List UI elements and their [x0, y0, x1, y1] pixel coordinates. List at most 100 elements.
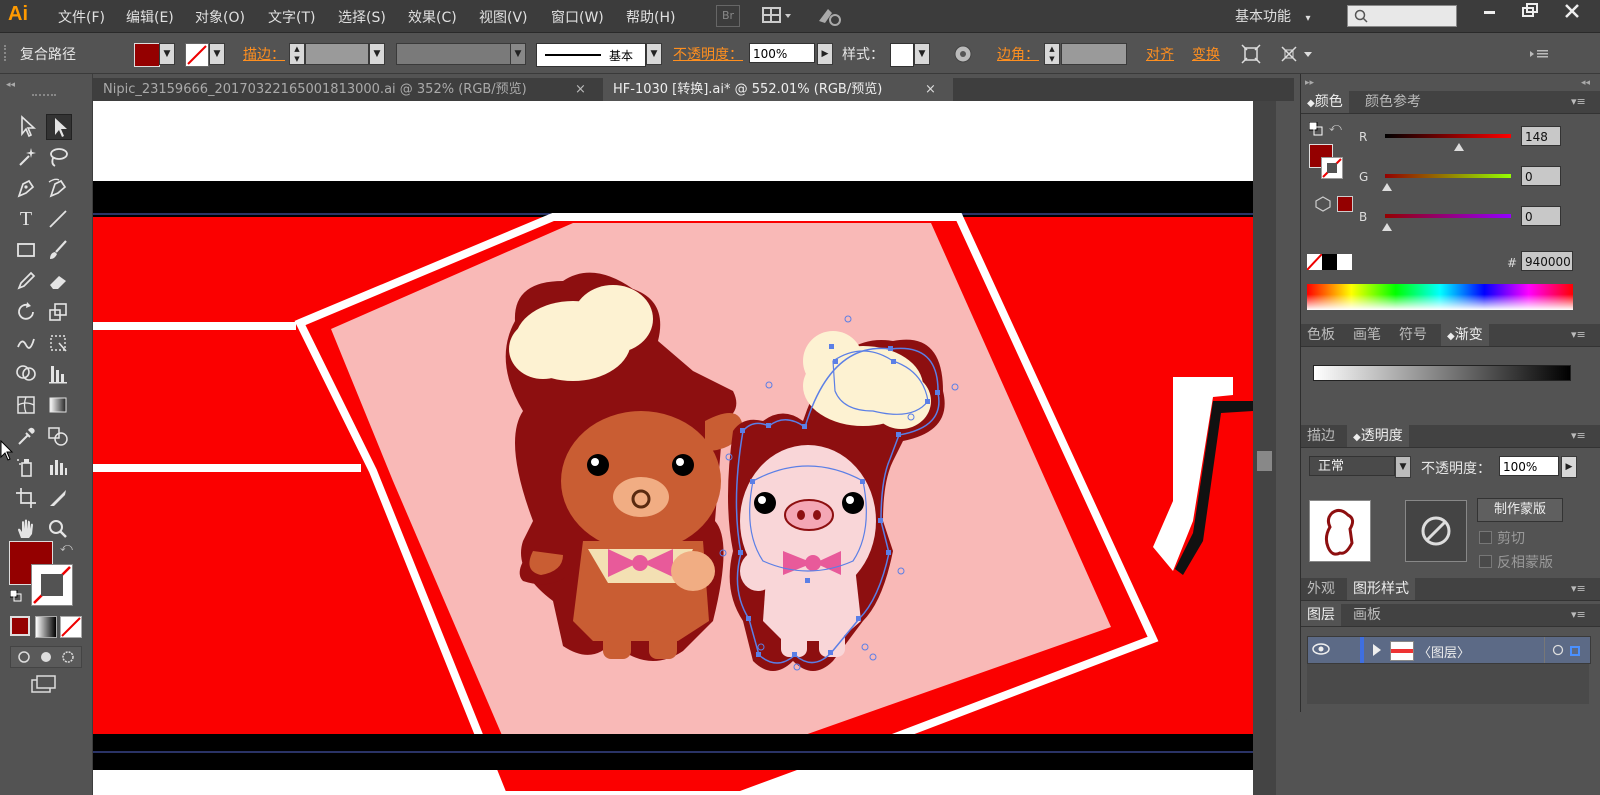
stroke-none-swatch[interactable]	[185, 43, 209, 67]
menu-edit[interactable]: 编辑(E)	[126, 7, 174, 27]
tab-symbols[interactable]: 符号	[1393, 324, 1433, 346]
gradient-panel-menu-icon[interactable]: ▾≡	[1571, 328, 1586, 341]
paintbrush-tool-icon[interactable]	[46, 238, 70, 262]
blend-mode-dropdown[interactable]: ▼	[1395, 456, 1411, 478]
transparency-panel-menu-icon[interactable]: ▾≡	[1571, 429, 1586, 442]
artboard-canvas[interactable]	[93, 101, 1276, 795]
rotate-tool-icon[interactable]	[14, 300, 38, 324]
close-tab-2-icon[interactable]: ×	[925, 78, 936, 101]
tab-graphic-styles[interactable]: 图形样式	[1347, 578, 1415, 600]
tab-swatches[interactable]: 色板	[1301, 324, 1341, 346]
hex-value-field[interactable]: 940000	[1521, 251, 1573, 271]
g-slider-track[interactable]	[1385, 174, 1511, 178]
visibility-eye-icon[interactable]	[1312, 641, 1330, 657]
opacity-field[interactable]: 100%	[749, 43, 815, 63]
graphic-style-swatch[interactable]	[890, 43, 914, 67]
opacity-arrow[interactable]: ▶	[817, 43, 833, 65]
b-slider-track[interactable]	[1385, 214, 1511, 218]
blend-mode-select[interactable]: 正常	[1309, 456, 1395, 476]
mesh-tool-icon[interactable]	[14, 393, 38, 417]
out-of-gamut-icon[interactable]	[1315, 196, 1331, 212]
close-window-button[interactable]	[1552, 0, 1592, 22]
tab-gradient[interactable]: ◆渐变	[1441, 324, 1489, 346]
selection-tool-icon[interactable]	[14, 114, 38, 138]
stroke-dropdown-arrow[interactable]: ▼	[209, 43, 225, 65]
draw-mode-icons[interactable]	[10, 646, 82, 668]
gpu-performance-icon[interactable]	[816, 5, 842, 27]
curvature-tool-icon[interactable]	[46, 176, 70, 200]
tab-document-2[interactable]: HF-1030 [转换].ai* @ 552.01% (RGB/预览) ×	[603, 78, 953, 101]
align-button[interactable]: 对齐	[1146, 44, 1174, 64]
gradient-mode-icon[interactable]	[35, 616, 57, 638]
hand-tool-icon[interactable]	[14, 517, 38, 541]
stroke-weight-field[interactable]	[305, 43, 369, 65]
gradient-tool-icon[interactable]	[46, 393, 70, 417]
g-value-field[interactable]: 0	[1521, 166, 1561, 186]
swap-fill-stroke-icon[interactable]: ⤺	[60, 540, 73, 555]
collapse-panels-icon[interactable]: ◂◂	[1581, 78, 1590, 88]
workspace-switcher[interactable]: 基本功能 ▾	[1235, 6, 1310, 26]
fill-dropdown-arrow[interactable]: ▼	[159, 43, 175, 65]
menu-window[interactable]: 窗口(W)	[551, 7, 604, 27]
lasso-tool-icon[interactable]	[46, 145, 70, 169]
stroke-proxy[interactable]	[1321, 157, 1343, 179]
style-dropdown[interactable]: ▼	[914, 43, 930, 65]
recolor-artwork-icon[interactable]	[952, 43, 974, 65]
variable-width-dropdown[interactable]: ▼	[510, 43, 526, 65]
menu-type[interactable]: 文字(T)	[268, 7, 315, 27]
blend-tool-icon[interactable]	[46, 424, 70, 448]
zoom-tool-icon[interactable]	[46, 517, 70, 541]
corner-radius-field[interactable]	[1061, 43, 1127, 65]
panel-menu-icon[interactable]	[1528, 45, 1552, 61]
eraser-tool-icon[interactable]	[46, 269, 70, 293]
stroke-color-box[interactable]	[31, 564, 73, 606]
menu-file[interactable]: 文件(F)	[58, 7, 105, 27]
graph-tool-icon[interactable]	[46, 362, 70, 386]
free-transform-tool-icon[interactable]	[46, 331, 70, 355]
web-safe-swatch[interactable]	[1337, 196, 1353, 212]
column-graph-tool-icon[interactable]	[46, 455, 70, 479]
gradient-ramp[interactable]	[1313, 365, 1571, 381]
slice-tool-icon[interactable]	[46, 486, 70, 510]
bridge-button[interactable]: Br	[716, 5, 740, 27]
default-colors-icon[interactable]	[1308, 121, 1323, 136]
object-thumbnail[interactable]	[1309, 500, 1371, 562]
line-tool-icon[interactable]	[46, 207, 70, 231]
type-tool-icon[interactable]: T	[14, 207, 38, 231]
target-circle-icon[interactable]	[1552, 644, 1564, 656]
color-spectrum[interactable]	[1307, 284, 1573, 310]
scale-tool-icon[interactable]	[46, 300, 70, 324]
help-search-input[interactable]	[1347, 5, 1457, 27]
magic-wand-tool-icon[interactable]	[14, 145, 38, 169]
brush-dropdown[interactable]: ▼	[646, 43, 662, 65]
r-slider-thumb[interactable]	[1454, 140, 1464, 155]
tab-brushes[interactable]: 画笔	[1347, 324, 1387, 346]
shape-builder-tool-icon[interactable]	[14, 362, 38, 386]
g-slider-thumb[interactable]	[1382, 180, 1392, 195]
selection-indicator-icon[interactable]	[1570, 645, 1580, 656]
b-value-field[interactable]: 0	[1521, 206, 1561, 226]
tab-color[interactable]: ◆颜色	[1301, 91, 1349, 113]
stroke-weight-dropdown[interactable]: ▼	[369, 43, 385, 65]
rectangle-tool-icon[interactable]	[14, 238, 38, 262]
screen-mode-icon[interactable]	[30, 674, 58, 696]
direct-selection-tool-icon[interactable]	[46, 114, 72, 140]
corner-label[interactable]: 边角：	[997, 44, 1039, 64]
minimize-button[interactable]	[1470, 0, 1510, 22]
close-tab-1-icon[interactable]: ×	[575, 78, 586, 101]
menu-view[interactable]: 视图(V)	[479, 7, 528, 27]
menu-object[interactable]: 对象(O)	[195, 7, 245, 27]
pen-tool-icon[interactable]	[14, 176, 38, 200]
restore-button[interactable]	[1510, 0, 1550, 22]
tab-color-guide[interactable]: 颜色参考	[1359, 91, 1427, 113]
artboard-tool-icon[interactable]	[14, 486, 38, 510]
r-value-field[interactable]: 148	[1521, 126, 1561, 146]
variable-width-profile[interactable]	[396, 43, 512, 65]
collapse-tools-icon[interactable]: ◂◂	[6, 80, 15, 90]
tab-layers[interactable]: 图层	[1301, 604, 1341, 626]
pencil-tool-icon[interactable]	[14, 269, 38, 293]
transform-button[interactable]: 变换	[1192, 44, 1220, 64]
mask-thumbnail[interactable]	[1405, 500, 1467, 562]
expand-panels-icon[interactable]: ▸▸	[1305, 78, 1314, 88]
clip-checkbox[interactable]	[1479, 531, 1492, 544]
